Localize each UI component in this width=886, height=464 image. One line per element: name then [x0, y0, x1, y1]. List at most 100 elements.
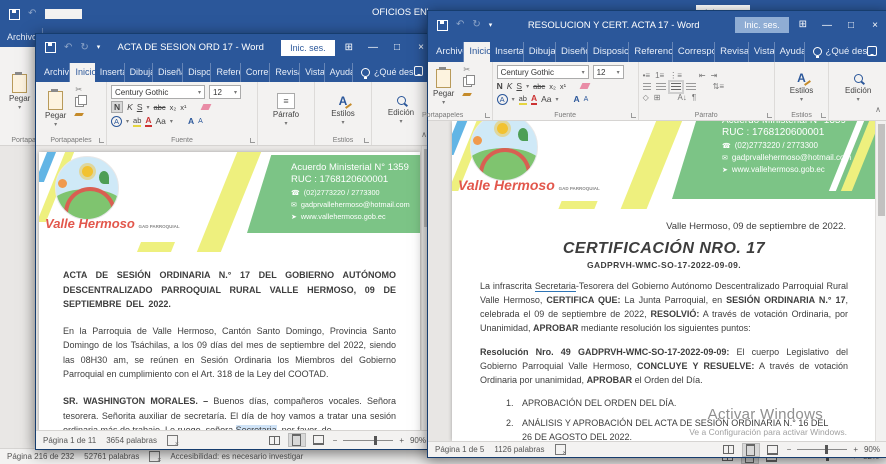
tab-disposicion[interactable]: Disposició [588, 42, 630, 62]
tab-ayuda[interactable]: Ayuda [775, 42, 805, 62]
grow-font-button[interactable]: A [188, 116, 194, 126]
document-area-cert[interactable]: Acuerdo Ministerial N° 1359 RUC : 176812… [428, 121, 886, 441]
underline-button[interactable]: S [137, 102, 143, 112]
tab-insertar[interactable]: Inserta [95, 63, 125, 82]
web-layout-button[interactable] [765, 444, 781, 456]
paste-button[interactable]: Pegar ▾ [4, 50, 35, 134]
shrink-font-button[interactable]: A [198, 118, 203, 125]
read-mode-button[interactable] [721, 444, 737, 456]
align-right-icon[interactable] [686, 83, 696, 91]
align-left-icon[interactable] [643, 83, 651, 91]
tab-disposicion[interactable]: Dispo. [183, 63, 211, 82]
change-case-button[interactable]: Aa [156, 116, 166, 126]
undo-icon[interactable]: ↶ [64, 43, 72, 53]
text-effects-icon[interactable]: A [497, 94, 508, 105]
vertical-scrollbar[interactable] [875, 121, 886, 441]
collapse-ribbon-icon[interactable]: ∧ [875, 105, 881, 114]
decrease-indent-icon[interactable]: ⇤ [699, 72, 706, 80]
tab-correspondencia[interactable]: Correspon [673, 42, 715, 62]
document-page[interactable]: Acuerdo Ministerial N° 1359 RUC : 176812… [452, 121, 876, 441]
tab-vista[interactable]: Vista [749, 42, 775, 62]
font-size-combo[interactable]: 12 ▾ [593, 65, 624, 79]
editing-button[interactable]: Edición ▾ [840, 72, 876, 103]
spellcheck-word[interactable]: Secretaria [535, 281, 576, 292]
tab-dibujar[interactable]: Dibujar [524, 42, 556, 62]
superscript-button[interactable]: x¹ [180, 103, 186, 112]
paste-button[interactable]: Pegar ▾ [40, 85, 71, 134]
text-effects-icon[interactable]: A [111, 116, 122, 127]
tab-archivo[interactable]: Archivo [39, 63, 70, 82]
strikethrough-button[interactable]: abc [533, 82, 545, 91]
maximize-button[interactable]: □ [385, 34, 409, 61]
copy-icon[interactable] [75, 97, 84, 107]
page-indicator[interactable]: Página 216 de 232 [7, 452, 74, 461]
ribbon-display-options-icon[interactable]: ⊞ [799, 20, 807, 30]
italic-button[interactable]: K [127, 102, 133, 112]
minimize-button[interactable]: — [361, 34, 385, 61]
cut-icon[interactable]: ✂ [75, 85, 84, 94]
superscript-button[interactable]: x¹ [560, 82, 566, 91]
paragraph-dialog-launcher[interactable] [767, 113, 772, 118]
redo-icon[interactable]: ↻ [472, 20, 480, 30]
save-icon[interactable] [9, 9, 20, 20]
zoom-out-button[interactable]: − [333, 436, 338, 445]
comments-icon[interactable] [414, 66, 424, 76]
font-color-button[interactable]: A [531, 93, 537, 105]
tab-inicio-sliver[interactable] [45, 9, 82, 19]
sign-in-button[interactable]: Inic. ses. [281, 40, 335, 56]
maximize-button[interactable]: □ [839, 11, 863, 39]
highlight-color-button[interactable]: ab [519, 94, 527, 105]
word-count[interactable]: 52761 palabras [84, 452, 139, 461]
spellcheck-word[interactable]: Secretaria [236, 425, 277, 430]
print-layout-button[interactable] [289, 434, 305, 446]
clear-format-icon[interactable] [200, 104, 211, 110]
document-page[interactable]: Acuerdo Ministerial N° 1359 RUC : 176812… [39, 152, 420, 430]
read-mode-button[interactable] [267, 434, 283, 446]
strikethrough-button[interactable]: abc [154, 103, 166, 112]
titlebar-acta[interactable]: ↶ ↻ ▾ ACTA DE SESION ORD 17 - Word Inic.… [36, 34, 433, 61]
titlebar-cert[interactable]: ↶ ↻ ▾ RESOLUCION Y CERT. ACTA 17 - Word … [428, 11, 886, 39]
document-area-acta[interactable]: Acuerdo Ministerial N° 1359 RUC : 176812… [36, 146, 433, 430]
zoom-slider[interactable] [797, 449, 847, 450]
zoom-slider-thumb[interactable] [374, 436, 377, 445]
save-icon[interactable] [45, 42, 56, 53]
minimize-button[interactable]: — [815, 11, 839, 39]
print-layout-button[interactable] [743, 444, 759, 456]
font-size-combo[interactable]: 12 ▾ [209, 85, 241, 99]
italic-button[interactable]: K [507, 81, 513, 91]
line-spacing-icon[interactable]: ⇅≡ [713, 83, 724, 91]
web-layout-button[interactable] [311, 434, 327, 446]
proofing-icon[interactable] [149, 451, 160, 462]
styles-dialog-launcher[interactable] [364, 138, 369, 143]
font-name-combo[interactable]: Century Gothic ▾ [497, 65, 589, 79]
tab-referencias[interactable]: Referencia [629, 42, 672, 62]
undo-icon[interactable]: ↶ [28, 9, 36, 19]
justify-icon[interactable] [671, 83, 681, 91]
bullets-icon[interactable]: •≡ [643, 72, 650, 80]
zoom-level[interactable]: 90% [410, 436, 426, 445]
tab-vista[interactable]: Vista [300, 63, 325, 82]
tab-revisar[interactable]: Revisar [715, 42, 749, 62]
borders-icon[interactable]: ⊞ [654, 94, 661, 102]
clear-format-icon[interactable] [580, 83, 591, 89]
highlight-color-button[interactable]: ab [133, 116, 141, 127]
ribbon-display-options-icon[interactable]: ⊞ [345, 43, 353, 53]
copy-icon[interactable] [463, 77, 472, 87]
sign-in-button[interactable]: Inic. ses. [735, 17, 789, 33]
tab-ayuda[interactable]: Ayuda [325, 63, 353, 82]
editing-button[interactable]: Edición ▾ [383, 94, 419, 125]
tell-me-box[interactable]: ¿Qué des [813, 46, 868, 62]
tab-referencias[interactable]: Refere [211, 63, 240, 82]
format-painter-icon[interactable] [462, 93, 472, 96]
font-dialog-launcher[interactable] [250, 138, 255, 143]
tab-revisar[interactable]: Revisa [270, 63, 300, 82]
scrollbar-thumb[interactable] [878, 124, 885, 216]
undo-icon[interactable]: ↶ [456, 20, 464, 30]
save-icon[interactable] [437, 20, 448, 31]
page-indicator[interactable]: Página 1 de 11 [43, 436, 96, 445]
subscript-button[interactable]: x₂ [170, 103, 177, 112]
change-case-button[interactable]: Aa [541, 94, 551, 104]
cut-icon[interactable]: ✂ [463, 65, 472, 74]
tab-diseno[interactable]: Diseña [153, 63, 183, 82]
align-center-icon[interactable] [656, 83, 666, 91]
